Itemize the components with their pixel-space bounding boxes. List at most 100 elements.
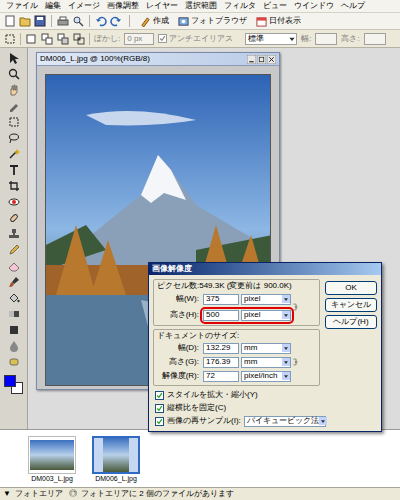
document-title-bar[interactable]: DM006_L.jpg @ 100%(RGB/8)	[37, 53, 279, 66]
photo-bin-item[interactable]: DM003_L.jpg	[28, 436, 76, 482]
tool-button[interactable]	[5, 130, 23, 145]
option-checkbox[interactable]	[155, 391, 164, 400]
photo-bin-toggle[interactable]: ▼	[3, 490, 11, 498]
option-row[interactable]: 画像の再サンプル(I):バイキュービック法	[155, 415, 377, 427]
sponge-tool-icon	[8, 356, 20, 368]
tool-button[interactable]	[5, 98, 23, 113]
toolbar-button[interactable]: 日付表示	[253, 14, 304, 28]
maximize-icon[interactable]	[257, 55, 266, 64]
option-checkbox[interactable]	[155, 404, 164, 413]
toolbar-button[interactable]: 作成	[137, 14, 172, 28]
feather-field[interactable]: 0 px	[124, 33, 154, 45]
close-icon[interactable]	[267, 55, 276, 64]
options-bar: ぼかし:0 pxアンチエイリアス標準幅:高さ:	[0, 30, 400, 48]
undo-icon[interactable]	[95, 15, 107, 27]
tool-button[interactable]	[5, 114, 23, 129]
dropdown-arrow-icon	[282, 311, 290, 319]
tool-button[interactable]	[5, 210, 23, 225]
image-size-dialog[interactable]: 画像解像度ピクセル数:549.3K (変更前は 900.0K)幅(W):375p…	[148, 262, 382, 432]
toolbar-button[interactable]: フォトブラウザ	[175, 14, 250, 28]
menu-item[interactable]: ファイル	[6, 2, 38, 10]
thumbnail-frame[interactable]	[92, 436, 140, 474]
ok-button[interactable]: OK	[325, 281, 377, 295]
foreground-color-swatch[interactable]	[4, 375, 16, 387]
value-field[interactable]: 72	[203, 371, 239, 382]
open-icon[interactable]	[19, 15, 31, 27]
redo-icon[interactable]	[110, 15, 122, 27]
help-button[interactable]: ヘルプ(H)	[325, 315, 377, 329]
width-label: 幅:	[301, 33, 311, 45]
tool-button[interactable]	[5, 274, 23, 289]
subtract-selection-icon[interactable]	[57, 33, 69, 45]
height-field[interactable]	[364, 33, 386, 45]
photo-browser-icon	[178, 16, 189, 27]
pencil-tool-icon	[8, 244, 20, 256]
tool-button[interactable]	[5, 178, 23, 193]
status-bar: ▼フォトエリア◎フォトエリアに 2 個のファイルがあります	[0, 487, 400, 500]
option-row[interactable]: スタイルを拡大・縮小(Y)	[155, 389, 377, 401]
tool-button[interactable]	[5, 66, 23, 81]
tool-button[interactable]	[5, 82, 23, 97]
menu-item[interactable]: フィルタ	[224, 2, 256, 10]
menu-item[interactable]: ビュー	[263, 2, 287, 10]
dialog-title-bar[interactable]: 画像解像度	[149, 263, 381, 275]
photo-bin-label: フォトエリア	[15, 490, 63, 498]
value-field[interactable]: 176.39	[203, 357, 239, 368]
menu-item[interactable]: レイヤー	[146, 2, 178, 10]
cancel-button[interactable]: キャンセル	[325, 298, 377, 312]
marquee-tool-icon[interactable]	[4, 33, 16, 45]
print-icon[interactable]	[57, 15, 69, 27]
value-field[interactable]: 500	[203, 310, 239, 321]
unit-dropdown[interactable]: pixel	[241, 310, 291, 321]
intersect-selection-icon[interactable]	[73, 33, 85, 45]
text-tool-icon	[8, 164, 20, 176]
preview-icon[interactable]	[72, 15, 84, 27]
field-row: 解像度(R):72pixel/inch	[157, 369, 292, 383]
resample-method-dropdown[interactable]: バイキュービック法	[244, 416, 326, 427]
unit-dropdown[interactable]: mm	[241, 357, 291, 368]
menu-item[interactable]: ヘルプ	[341, 2, 365, 10]
tool-button[interactable]	[5, 322, 23, 337]
tool-button[interactable]	[5, 258, 23, 273]
value-field[interactable]: 132.29	[203, 343, 239, 354]
tool-button[interactable]	[5, 338, 23, 353]
value-field[interactable]: 375	[203, 294, 239, 305]
minimize-icon[interactable]	[247, 55, 256, 64]
separator	[51, 15, 52, 27]
tool-button[interactable]	[5, 162, 23, 177]
new-icon[interactable]	[4, 15, 16, 27]
tool-button[interactable]	[5, 290, 23, 305]
tool-button[interactable]	[5, 242, 23, 257]
group-label: ピクセル数:549.3K (変更前は 900.0K)	[157, 281, 316, 291]
tool-button[interactable]	[5, 226, 23, 241]
tool-button[interactable]	[5, 50, 23, 65]
menu-item[interactable]: 画像調整	[107, 2, 139, 10]
dropdown-arrow-icon	[288, 35, 296, 43]
option-checkbox[interactable]	[155, 417, 164, 426]
tool-button[interactable]	[5, 306, 23, 321]
menu-item[interactable]: イメージ	[68, 2, 100, 10]
marquee-tool-icon	[8, 116, 20, 128]
option-row[interactable]: 縦横比を固定(C)	[155, 402, 377, 414]
unit-dropdown[interactable]: pixel	[241, 294, 291, 305]
antialias-option[interactable]: アンチエイリアス	[158, 33, 233, 45]
menu-item[interactable]: 選択範囲	[185, 2, 217, 10]
tool-button[interactable]	[5, 146, 23, 161]
add-selection-icon[interactable]	[41, 33, 53, 45]
tool-button[interactable]	[5, 194, 23, 209]
save-icon[interactable]	[34, 15, 46, 27]
new-selection-icon[interactable]	[25, 33, 37, 45]
hand-tool-icon	[8, 84, 20, 96]
dialog-title: 画像解像度	[152, 265, 192, 273]
red-eye-tool-icon	[8, 196, 20, 208]
tool-button[interactable]	[5, 354, 23, 369]
menu-item[interactable]: 編集	[45, 2, 61, 10]
unit-dropdown[interactable]: mm	[241, 343, 291, 354]
style-dropdown[interactable]: 標準	[245, 33, 297, 45]
photo-bin-item[interactable]: DM006_L.jpg	[92, 436, 140, 482]
thumbnail-frame[interactable]	[28, 436, 76, 474]
check-icon	[156, 392, 163, 399]
unit-dropdown[interactable]: pixel/inch	[241, 371, 291, 382]
width-field[interactable]	[315, 33, 337, 45]
menu-item[interactable]: ウインドウ	[294, 2, 334, 10]
